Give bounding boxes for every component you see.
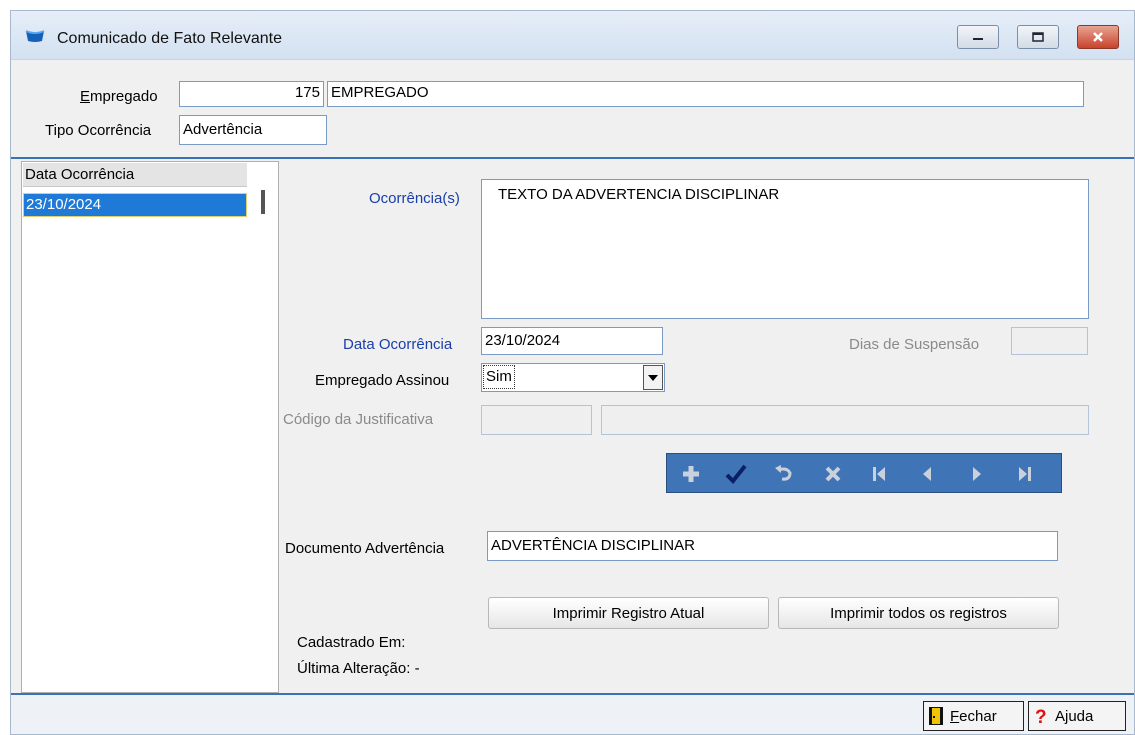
ocorrencias-label: Ocorrência(s) xyxy=(369,190,460,207)
empregado-label-accel: E xyxy=(80,88,91,105)
next-icon xyxy=(973,467,981,481)
record-navigator xyxy=(666,453,1062,493)
close-window-button[interactable] xyxy=(1077,25,1119,49)
header-divider xyxy=(11,157,1134,159)
justificativa-description-field[interactable] xyxy=(601,405,1089,435)
next-record-button[interactable] xyxy=(963,461,991,487)
ocorrencia-list[interactable]: Data Ocorrência 23/10/2024 xyxy=(21,161,279,693)
help-icon: ? xyxy=(1035,707,1047,726)
chevron-down-icon xyxy=(648,374,658,381)
first-record-button[interactable] xyxy=(865,461,893,487)
svg-text:?: ? xyxy=(1035,707,1047,726)
status-bar: Fechar ? Ajuda xyxy=(11,693,1134,734)
print-all-button[interactable]: Imprimir todos os registros xyxy=(778,597,1059,629)
first-icon xyxy=(873,467,885,481)
confirm-button[interactable] xyxy=(722,461,750,487)
empregado-label-text: mpregado xyxy=(90,88,158,105)
list-item[interactable]: 23/10/2024 xyxy=(23,193,247,217)
documento-advertencia-field[interactable]: ADVERTÊNCIA DISCIPLINAR xyxy=(487,531,1058,561)
codigo-justificativa-field[interactable] xyxy=(481,405,592,435)
empregado-assinou-select[interactable]: Sim xyxy=(481,363,665,392)
main-window: Comunicado de Fato Relevante Empregado 1… xyxy=(10,10,1135,735)
app-icon xyxy=(25,30,45,42)
documento-advertencia-label: Documento Advertência xyxy=(285,540,445,557)
ultima-alteracao-value: - xyxy=(414,660,420,677)
title-bar: Comunicado de Fato Relevante xyxy=(11,11,1134,60)
tipo-ocorrencia-field[interactable]: Advertência xyxy=(179,115,327,145)
fechar-label-text: echar xyxy=(959,707,997,725)
dropdown-button[interactable] xyxy=(643,365,663,390)
undo-icon xyxy=(775,465,792,481)
delete-button[interactable] xyxy=(819,461,847,487)
window-title: Comunicado de Fato Relevante xyxy=(57,30,283,47)
print-current-button[interactable]: Imprimir Registro Atual xyxy=(488,597,769,629)
prior-record-button[interactable] xyxy=(913,461,941,487)
codigo-justificativa-label: Código da Justificativa xyxy=(283,411,434,428)
add-icon xyxy=(683,466,699,482)
fechar-accel: F xyxy=(950,707,960,725)
add-record-button[interactable] xyxy=(677,461,705,487)
minimize-button[interactable] xyxy=(957,25,999,49)
delete-icon xyxy=(825,466,841,482)
undo-button[interactable] xyxy=(770,461,798,487)
ajuda-label: Ajuda xyxy=(1055,707,1094,725)
minimize-icon xyxy=(973,38,983,40)
empregado-name-field[interactable]: EMPREGADO xyxy=(327,81,1084,107)
confirm-icon xyxy=(725,464,747,484)
data-ocorrencia-field[interactable]: 23/10/2024 xyxy=(481,327,663,355)
cadastrado-em: Cadastrado Em: xyxy=(297,633,405,653)
ocorrencias-textarea[interactable]: TEXTO DA ADVERTENCIA DISCIPLINAR xyxy=(481,179,1089,319)
list-scrollbar[interactable] xyxy=(261,190,265,214)
ultima-alteracao-label: Última Alteração: xyxy=(297,660,411,677)
prior-icon xyxy=(923,467,931,481)
exit-door-icon xyxy=(929,707,943,725)
maximize-icon xyxy=(1032,32,1044,42)
fechar-label: Fechar xyxy=(950,708,997,725)
data-ocorrencia-label: Data Ocorrência xyxy=(343,336,453,353)
empregado-assinou-value: Sim xyxy=(483,365,515,389)
dias-suspensao-label: Dias de Suspensão xyxy=(849,336,980,353)
empregado-assinou-label: Empregado Assinou xyxy=(315,372,450,389)
fechar-button[interactable]: Fechar xyxy=(923,701,1024,731)
ajuda-button[interactable]: ? Ajuda xyxy=(1028,701,1126,731)
empregado-label: Empregado xyxy=(80,87,158,107)
last-icon xyxy=(1019,467,1031,481)
ultima-alteracao: Última Alteração: - xyxy=(297,659,420,679)
close-icon xyxy=(1093,32,1103,42)
list-column-header[interactable]: Data Ocorrência xyxy=(23,163,247,187)
dias-suspensao-field[interactable] xyxy=(1011,327,1088,355)
maximize-button[interactable] xyxy=(1017,25,1059,49)
tipo-ocorrencia-label: Tipo Ocorrência xyxy=(45,122,152,139)
cadastrado-em-label: Cadastrado Em: xyxy=(297,634,406,651)
empregado-code-field[interactable]: 175 xyxy=(179,81,324,107)
last-record-button[interactable] xyxy=(1011,461,1039,487)
